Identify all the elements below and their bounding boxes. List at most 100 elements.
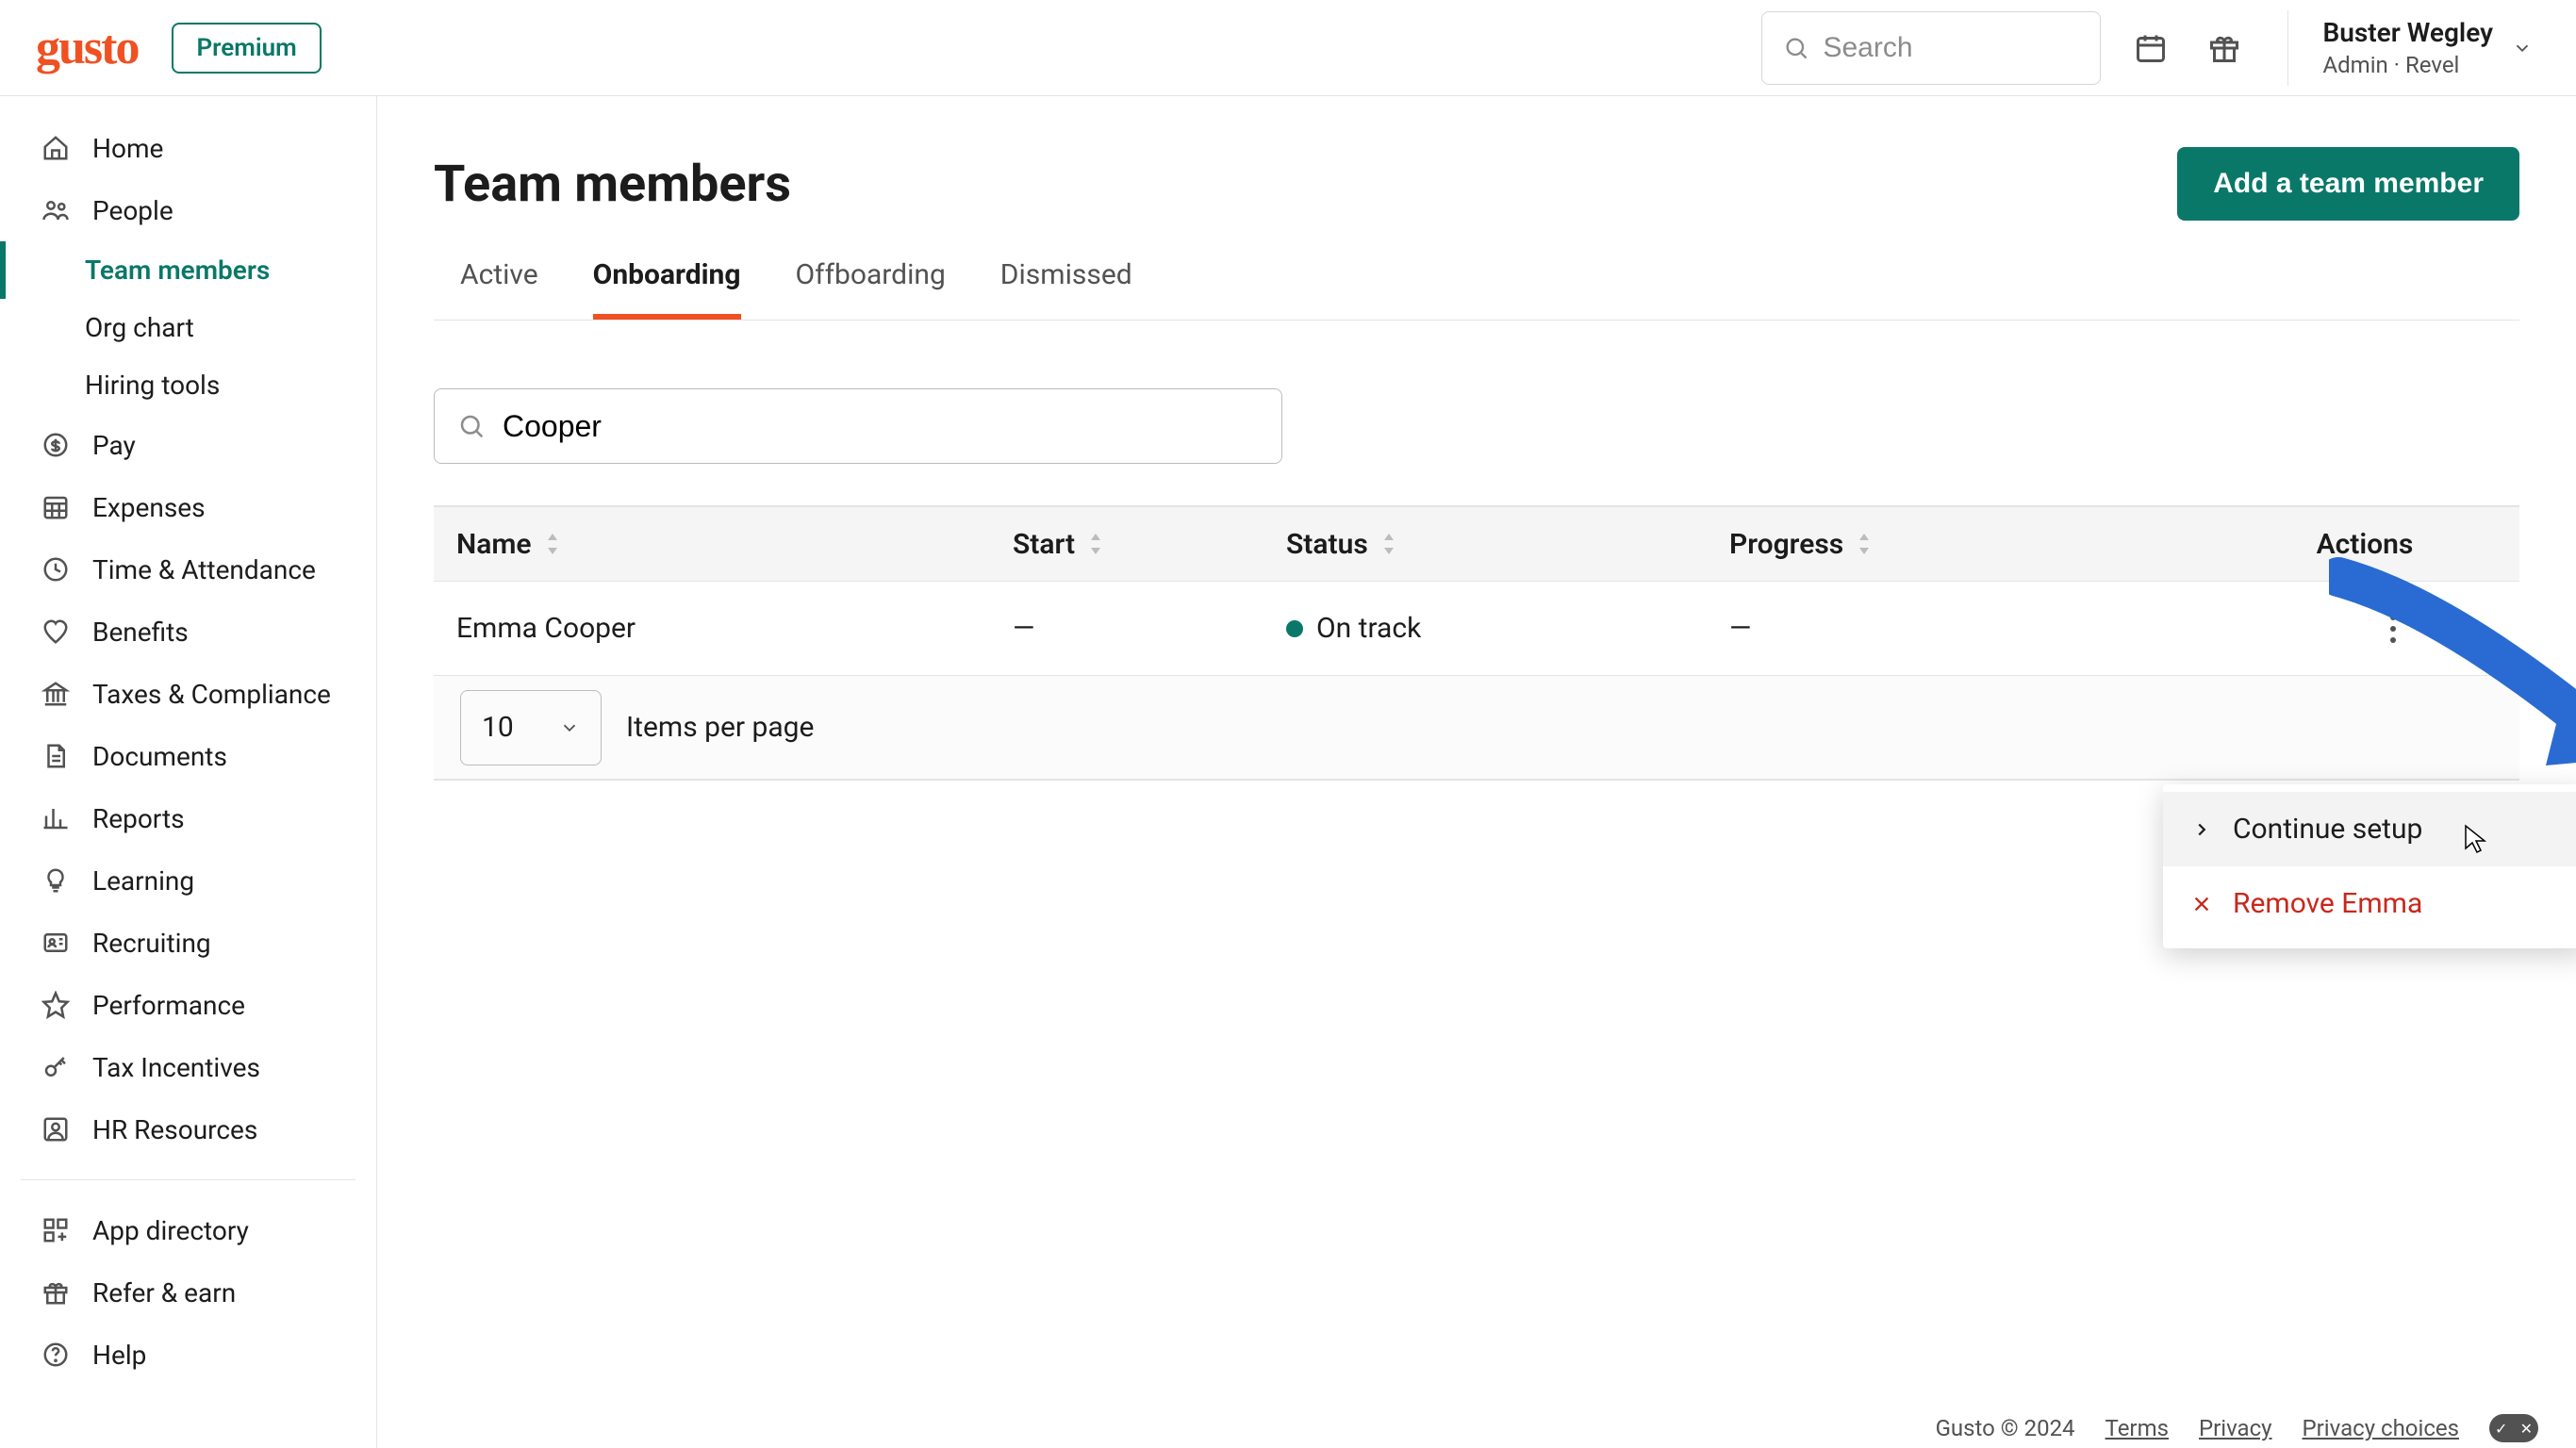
home-icon xyxy=(40,132,72,164)
grid-plus-icon xyxy=(40,1214,72,1246)
subnav-team-members[interactable]: Team members xyxy=(0,241,376,299)
nav-label: Taxes & Compliance xyxy=(92,679,331,710)
status-dot-icon xyxy=(1286,620,1303,637)
action-remove[interactable]: Remove Emma xyxy=(2163,866,2576,941)
clock-icon xyxy=(40,553,72,585)
nav-expenses[interactable]: Expenses xyxy=(0,476,376,538)
nav-label: Reports xyxy=(92,803,185,834)
chevron-down-icon xyxy=(2512,38,2533,58)
logo: gusto xyxy=(36,20,138,75)
tab-active[interactable]: Active xyxy=(460,258,538,320)
tab-onboarding[interactable]: Onboarding xyxy=(593,258,741,320)
nav-label: Refer & earn xyxy=(92,1277,236,1308)
search-icon xyxy=(1783,35,1809,61)
nav-learning[interactable]: Learning xyxy=(0,849,376,912)
chart-icon xyxy=(40,802,72,834)
table-search-input[interactable] xyxy=(503,409,1259,444)
nav-recruiting[interactable]: Recruiting xyxy=(0,912,376,974)
nav-help[interactable]: Help xyxy=(0,1324,376,1386)
tab-dismissed[interactable]: Dismissed xyxy=(1000,258,1132,320)
cell-progress: — xyxy=(1707,612,2235,645)
bank-icon xyxy=(40,678,72,710)
table-footer: 10 Items per page xyxy=(434,676,2519,780)
key-icon xyxy=(40,1051,72,1083)
add-team-member-button[interactable]: Add a team member xyxy=(2177,147,2519,221)
subnav-hiring-tools[interactable]: Hiring tools xyxy=(0,356,376,414)
nav-time[interactable]: Time & Attendance xyxy=(0,538,376,601)
sort-icon xyxy=(1381,534,1396,554)
close-icon xyxy=(2191,894,2212,914)
cell-status: On track xyxy=(1263,612,1707,645)
calendar-grid-icon xyxy=(40,491,72,523)
app-header: gusto Premium Buster Wegley Admin · Reve… xyxy=(0,0,2576,96)
user-menu[interactable]: Buster Wegley Admin · Revel xyxy=(2322,17,2540,78)
page-title: Team members xyxy=(434,155,791,214)
chevron-right-icon xyxy=(2191,819,2212,840)
heart-icon xyxy=(40,616,72,648)
nav-label: Documents xyxy=(92,741,227,772)
action-continue-setup[interactable]: Continue setup xyxy=(2163,792,2576,866)
global-search[interactable] xyxy=(1761,11,2101,85)
cell-name[interactable]: Emma Cooper xyxy=(434,612,990,645)
nav-home[interactable]: Home xyxy=(0,117,376,179)
nav-label: Learning xyxy=(92,865,194,897)
gift-button[interactable] xyxy=(2201,25,2248,72)
nav-label: App directory xyxy=(92,1215,249,1246)
nav-performance[interactable]: Performance xyxy=(0,974,376,1036)
row-actions-menu[interactable] xyxy=(2389,614,2397,644)
col-header-start[interactable]: Start xyxy=(990,528,1263,561)
footer-link-privacy-choices[interactable]: Privacy choices xyxy=(2303,1415,2459,1441)
id-icon xyxy=(40,927,72,959)
nav-label: Help xyxy=(92,1340,146,1371)
footer-link-privacy[interactable]: Privacy xyxy=(2199,1415,2272,1441)
nav-app-directory[interactable]: App directory xyxy=(0,1199,376,1261)
premium-badge[interactable]: Premium xyxy=(172,23,321,74)
footer-link-terms[interactable]: Terms xyxy=(2105,1415,2169,1441)
user-name: Buster Wegley xyxy=(2322,17,2493,48)
nav-people[interactable]: People xyxy=(0,179,376,241)
col-header-progress[interactable]: Progress xyxy=(1707,528,2235,561)
people-icon xyxy=(40,194,72,226)
global-search-input[interactable] xyxy=(1823,32,2079,64)
nav-refer[interactable]: Refer & earn xyxy=(0,1261,376,1324)
calendar-button[interactable] xyxy=(2127,25,2174,72)
dollar-circle-icon xyxy=(40,429,72,461)
lightbulb-icon xyxy=(40,864,72,897)
cell-actions xyxy=(2235,614,2519,644)
copyright: Gusto © 2024 xyxy=(1936,1415,2075,1441)
nav-reports[interactable]: Reports xyxy=(0,787,376,849)
sidebar: Home People Team members Org chart Hirin… xyxy=(0,96,377,1448)
nav-taxes[interactable]: Taxes & Compliance xyxy=(0,663,376,725)
subnav-org-chart[interactable]: Org chart xyxy=(0,299,376,356)
per-page-select[interactable]: 10 xyxy=(460,690,602,765)
privacy-toggle[interactable] xyxy=(2489,1414,2538,1442)
table-search[interactable] xyxy=(434,388,1282,464)
sort-icon xyxy=(545,534,560,554)
tabs: Active Onboarding Offboarding Dismissed xyxy=(434,258,2519,321)
main-content: Team members Add a team member Active On… xyxy=(377,96,2576,1448)
nav-benefits[interactable]: Benefits xyxy=(0,601,376,663)
sort-icon xyxy=(1857,534,1872,554)
nav-separator xyxy=(21,1179,355,1180)
nav-label: Benefits xyxy=(92,617,189,648)
nav-tax-incentives[interactable]: Tax Incentives xyxy=(0,1036,376,1098)
nav-documents[interactable]: Documents xyxy=(0,725,376,787)
user-square-icon xyxy=(40,1113,72,1145)
col-header-status[interactable]: Status xyxy=(1263,528,1707,561)
nav-hr-resources[interactable]: HR Resources xyxy=(0,1098,376,1160)
user-meta: Admin · Revel xyxy=(2322,52,2493,78)
chevron-down-icon xyxy=(559,717,580,738)
doc-icon xyxy=(40,740,72,772)
tab-offboarding[interactable]: Offboarding xyxy=(796,258,946,320)
col-header-actions: Actions xyxy=(2235,528,2519,561)
col-header-name[interactable]: Name xyxy=(434,528,990,561)
nav-pay[interactable]: Pay xyxy=(0,414,376,476)
nav-label: Tax Incentives xyxy=(92,1052,260,1083)
cursor-icon xyxy=(2461,824,2489,856)
nav-label: Expenses xyxy=(92,492,206,523)
help-icon xyxy=(40,1339,72,1371)
nav-label: Pay xyxy=(92,430,136,461)
nav-label: People xyxy=(92,195,173,226)
nav-label: Performance xyxy=(92,990,245,1021)
gift-icon xyxy=(40,1276,72,1308)
